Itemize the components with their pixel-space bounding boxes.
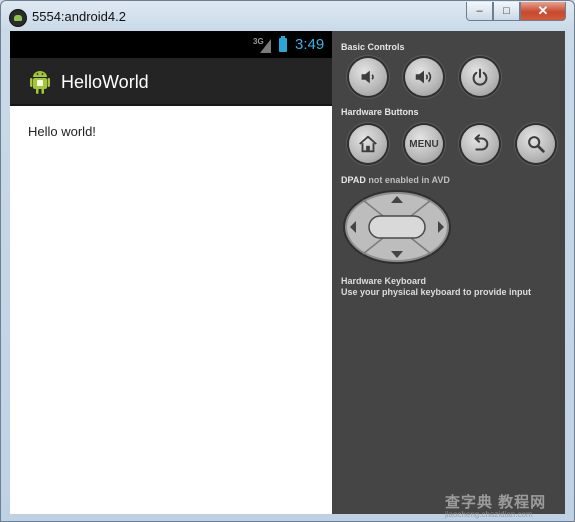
app-title: HelloWorld <box>61 72 149 92</box>
battery-icon <box>279 36 287 52</box>
power-icon <box>472 68 488 86</box>
dpad-label: DPAD not enabled in AVD <box>341 175 450 185</box>
emulator-app-icon <box>9 9 27 27</box>
back-icon <box>474 134 489 151</box>
emulator-window: 5554:android4.2 – □ ✕ 3G 3:49 HelloWorld… <box>0 0 575 522</box>
status-clock: 3:49 <box>295 36 325 53</box>
phone-screen[interactable]: 3G 3:49 HelloWorld Hello world! <box>10 31 332 514</box>
volume-up-button[interactable] <box>405 58 443 96</box>
watermark-logo: 查字典 教程网 <box>445 494 547 511</box>
dpad-label-muted: not enabled in AVD <box>368 175 450 185</box>
volume-up-icon <box>415 70 432 84</box>
watermark-url: jiaocheng.chazidian.com <box>445 510 533 519</box>
home-icon <box>359 135 377 153</box>
search-icon <box>528 136 545 153</box>
signal-icon <box>260 39 271 53</box>
emulator-client-area: 3G 3:49 HelloWorld Hello world! Basic Co… <box>10 31 565 514</box>
action-bar: HelloWorld <box>10 58 332 106</box>
title-bar[interactable]: 5554:android4.2 – □ ✕ <box>1 1 574 31</box>
home-button[interactable] <box>349 125 387 163</box>
dpad-label-strong: DPAD <box>341 175 366 185</box>
volume-down-icon <box>361 70 374 84</box>
hardware-keyboard-label: Hardware Keyboard <box>341 276 427 286</box>
android-robot-icon <box>30 71 50 94</box>
menu-button[interactable]: MENU <box>405 125 443 163</box>
maximize-button[interactable]: □ <box>493 2 520 21</box>
minimize-button[interactable]: – <box>466 2 493 21</box>
hello-world-text: Hello world! <box>28 124 96 139</box>
close-button[interactable]: ✕ <box>520 2 566 21</box>
window-title: 5554:android4.2 <box>32 9 126 24</box>
power-button[interactable] <box>461 58 499 96</box>
hardware-buttons-label: Hardware Buttons <box>341 107 419 117</box>
volume-down-button[interactable] <box>349 58 387 96</box>
back-button[interactable] <box>461 125 499 163</box>
control-panel: Basic Controls Hardware Buttons MENU DPA… <box>332 31 565 514</box>
status-bar[interactable]: 3G 3:49 <box>10 31 332 58</box>
caption-buttons: – □ ✕ <box>466 2 566 22</box>
dpad-control[interactable] <box>343 190 451 264</box>
hardware-keyboard-hint: Use your physical keyboard to provide in… <box>341 287 532 297</box>
menu-button-label: MENU <box>409 138 439 150</box>
search-button[interactable] <box>517 125 555 163</box>
basic-controls-label: Basic Controls <box>341 42 405 52</box>
